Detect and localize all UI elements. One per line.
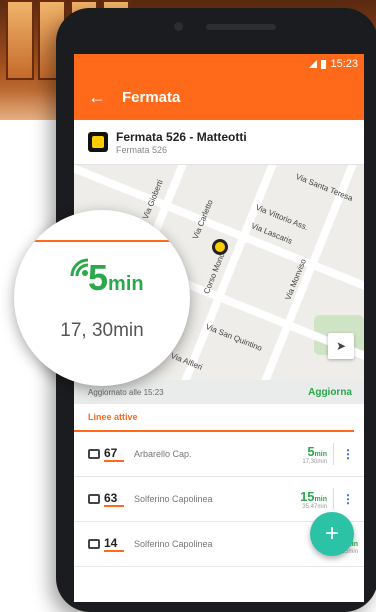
stop-header: Fermata 526 - Matteotti Fermata 526 (74, 120, 364, 165)
bus-stop-icon (88, 132, 108, 152)
more-vert-icon[interactable]: ⋮ (342, 447, 354, 461)
line-row[interactable]: 67 Arbarello Cap. 5min 17,30min ⋮ (74, 432, 364, 477)
bus-icon (88, 449, 100, 459)
eta-number: 15 (300, 488, 315, 504)
divider (333, 443, 334, 465)
eta-value: 15min (265, 489, 327, 504)
battery-icon (321, 59, 327, 69)
more-vert-icon[interactable]: ⋮ (342, 492, 354, 506)
status-bar: 15:23 (74, 54, 364, 74)
app-bar: ← Fermata (74, 74, 364, 120)
line-number: 14 (104, 536, 124, 552)
line-destination: Arbarello Cap. (134, 449, 192, 459)
eta-magnifier-bubble: 5min 17, 30min (14, 210, 190, 386)
phone-camera (174, 22, 183, 31)
eta-block: 15min 35,47min (265, 489, 327, 510)
signal-icon (309, 60, 318, 68)
background-window (6, 0, 34, 80)
locate-arrow-icon[interactable]: ➤ (328, 333, 354, 359)
bus-icon (88, 494, 100, 504)
bus-icon (88, 539, 100, 549)
eta-next-times: 35,47min (302, 503, 327, 510)
line-destination: Solferino Capolinea (134, 539, 213, 549)
phone-speaker (206, 24, 276, 30)
eta-value: 5min (265, 444, 327, 459)
line-number: 63 (104, 491, 124, 507)
bubble-eta-unit: min (108, 273, 144, 295)
app-bar-title: Fermata (122, 88, 181, 106)
bubble-next-times: 17, 30min (60, 320, 144, 341)
bubble-eta-number: 5 (88, 257, 109, 298)
refresh-button[interactable]: Aggiorna (308, 387, 352, 398)
active-lines-header: Linee attive (74, 404, 354, 432)
back-arrow-icon[interactable]: ← (88, 88, 106, 106)
eta-unit: min (314, 450, 327, 458)
divider (333, 488, 334, 510)
eta-number: 5 (307, 443, 315, 459)
update-label: Aggiornato alle 15:23 (88, 387, 164, 397)
line-destination: Solferino Capolinea (134, 494, 213, 504)
bubble-eta: 5min (88, 258, 144, 304)
realtime-signal-icon (70, 258, 89, 277)
line-number: 67 (104, 446, 124, 462)
eta-next-times: 17,30min (302, 458, 327, 465)
street-label: Via San Quintino (204, 322, 264, 353)
add-fab-button[interactable]: + (310, 512, 354, 556)
eta-block: 5min 17,30min (265, 444, 327, 465)
stop-title: Fermata 526 - Matteotti (116, 129, 247, 144)
eta-unit: min (314, 495, 327, 503)
stop-subtitle: Fermata 526 (116, 144, 168, 155)
bus-stop-marker[interactable] (212, 239, 228, 255)
status-time: 15:23 (330, 58, 358, 70)
bubble-accent-line (14, 240, 190, 242)
